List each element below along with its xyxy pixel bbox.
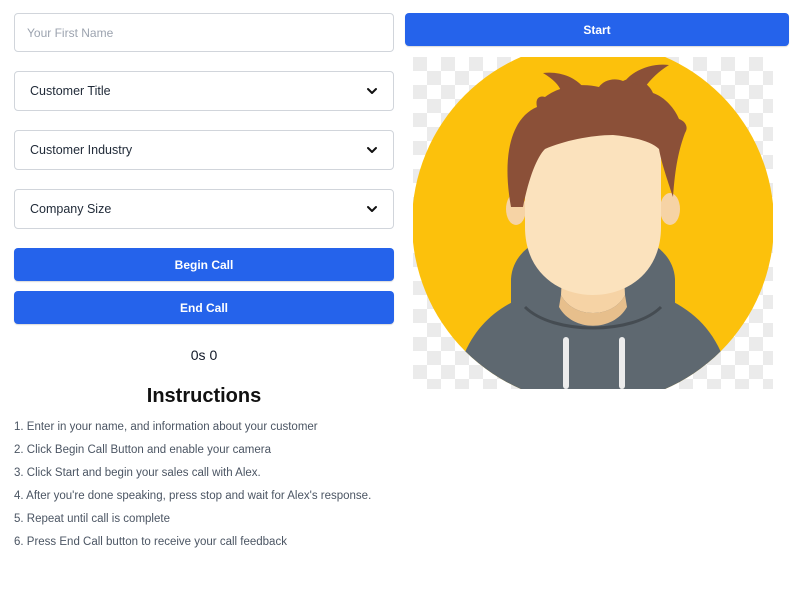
instructions-list: 1. Enter in your name, and information a…	[14, 421, 394, 550]
call-setup-panel: Customer Title Customer Industry Company…	[14, 13, 394, 559]
company-size-label: Company Size	[30, 202, 112, 216]
chevron-down-icon	[367, 88, 377, 94]
instruction-item: 4. After you're done speaking, press sto…	[14, 490, 372, 502]
chevron-down-icon	[367, 147, 377, 153]
start-button[interactable]: Start	[405, 13, 789, 46]
customer-industry-select[interactable]: Customer Industry	[14, 130, 394, 170]
avatar-panel: Start	[405, 13, 789, 46]
instruction-item: 6. Press End Call button to receive your…	[14, 536, 287, 548]
end-call-button[interactable]: End Call	[14, 291, 394, 324]
first-name-input[interactable]	[14, 13, 394, 52]
instruction-item: 3. Click Start and begin your sales call…	[14, 467, 261, 479]
chevron-down-icon	[367, 206, 377, 212]
begin-call-button[interactable]: Begin Call	[14, 248, 394, 281]
company-size-select[interactable]: Company Size	[14, 189, 394, 229]
call-timer: 0s 0	[190, 347, 218, 363]
customer-title-label: Customer Title	[30, 84, 111, 98]
instruction-item: 2. Click Begin Call Button and enable yo…	[14, 444, 271, 456]
instructions-title: Instructions	[146, 385, 262, 407]
instruction-item: 5. Repeat until call is complete	[14, 513, 170, 525]
customer-industry-label: Customer Industry	[30, 143, 133, 157]
person-avatar-icon	[413, 57, 773, 389]
customer-title-select[interactable]: Customer Title	[14, 71, 394, 111]
avatar	[413, 57, 773, 389]
instruction-item: 1. Enter in your name, and information a…	[14, 421, 318, 433]
